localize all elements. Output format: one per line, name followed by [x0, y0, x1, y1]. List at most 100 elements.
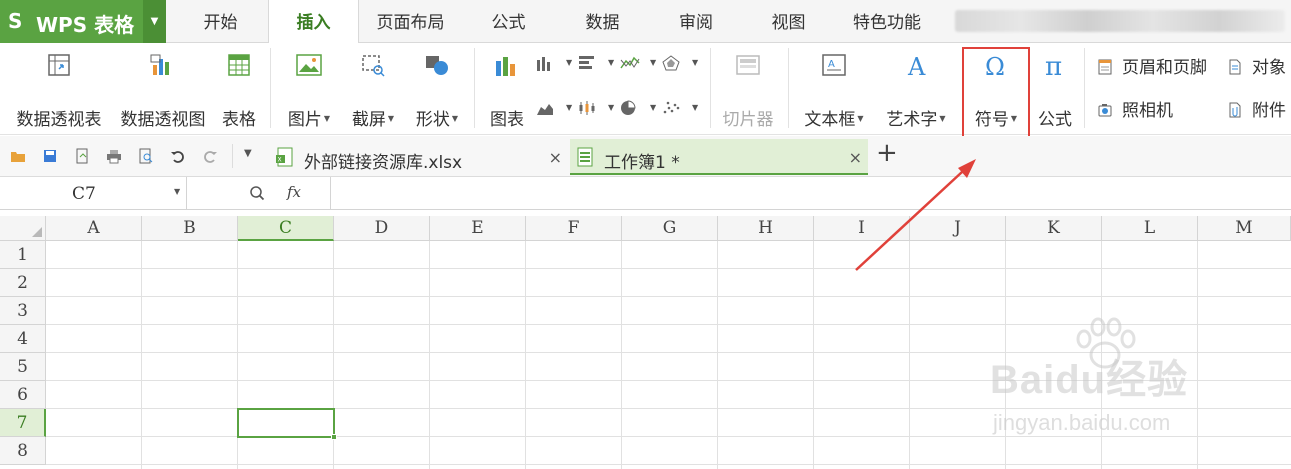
column-header-j[interactable]: J [910, 216, 1006, 241]
column-header-e[interactable]: E [430, 216, 526, 241]
column-header-i[interactable]: I [814, 216, 910, 241]
active-cell-c7[interactable] [237, 408, 337, 440]
customize-toolbar-chevron-icon[interactable]: ▼ [244, 148, 252, 159]
open-folder-icon[interactable] [10, 148, 26, 164]
formula-input[interactable] [332, 177, 1291, 210]
close-icon[interactable]: × [549, 148, 562, 167]
area-chart-icon [537, 104, 553, 115]
column-header-f[interactable]: F [526, 216, 622, 241]
doc-tab-workbook1[interactable]: 工作簿1 * × [570, 139, 868, 175]
pivot-chart-button[interactable]: 数据透视图 [112, 53, 214, 133]
table-button[interactable]: 表格 [216, 53, 262, 133]
chart-label: 图表 [490, 110, 524, 130]
row-header-5[interactable]: 5 [0, 353, 46, 381]
doc-tab-external-link-library[interactable]: X 外部链接资源库.xlsx × [270, 139, 568, 175]
header-footer-icon [1098, 59, 1112, 75]
column-header-b[interactable]: B [142, 216, 238, 241]
column-chart-button[interactable]: ▼ [536, 55, 580, 75]
print-preview-icon[interactable] [138, 148, 154, 164]
chevron-down-icon[interactable]: ▼ [174, 187, 180, 196]
undo-icon[interactable] [170, 148, 186, 164]
menu-bar: S WPS 表格 ▼ 开始 插入 页面布局 公式 数据 审阅 视图 特色功能 [0, 0, 1291, 44]
stock-chart-icon [579, 101, 595, 115]
slicer-label: 切片器 [722, 110, 774, 130]
chart-button[interactable]: 图表 [484, 53, 530, 133]
radar-chart-button[interactable]: ▼ [662, 55, 706, 75]
screenshot-button[interactable]: 截屏 ▼ [344, 53, 402, 133]
camera-label: 照相机 [1122, 101, 1173, 121]
pivot-table-button[interactable]: 数据透视表 [8, 53, 110, 133]
row-header-1[interactable]: 1 [0, 241, 46, 269]
attachment-button[interactable]: 附件 [1228, 96, 1286, 121]
fx-icon[interactable]: fx [287, 183, 301, 201]
wordart-button[interactable]: A 艺术字 ▼ [880, 53, 952, 133]
column-header-k[interactable]: K [1006, 216, 1102, 241]
area-chart-button[interactable]: ▼ [536, 100, 580, 120]
zoom-icon[interactable] [249, 185, 265, 201]
column-header-h[interactable]: H [718, 216, 814, 241]
fill-handle[interactable] [331, 434, 337, 440]
stock-chart-button[interactable]: ▼ [578, 100, 622, 120]
column-header-m[interactable]: M [1198, 216, 1291, 241]
column-header-a[interactable]: A [46, 216, 142, 241]
new-tab-plus-icon[interactable]: + [876, 138, 898, 168]
row-header-7[interactable]: 7 [0, 409, 46, 437]
tab-data[interactable]: 数据 [555, 0, 650, 43]
tab-special-features[interactable]: 特色功能 [835, 0, 939, 43]
textbox-button[interactable]: A 文本框 ▼ [798, 53, 870, 133]
print-icon[interactable] [106, 148, 122, 164]
bar-chart-button[interactable]: ▼ [578, 55, 622, 75]
row-header-8[interactable]: 8 [0, 437, 46, 465]
row-header-4[interactable]: 4 [0, 325, 46, 353]
wordart-label: 艺术字 ▼ [886, 110, 946, 130]
pie-chart-button[interactable]: ▼ [620, 100, 664, 120]
line-chart-icon [620, 56, 640, 69]
export-pdf-icon[interactable] [74, 148, 90, 164]
slicer-button[interactable]: 切片器 [716, 53, 780, 133]
app-menu-button[interactable]: S WPS 表格 ▼ [0, 0, 166, 43]
camera-button[interactable]: 照相机 [1098, 96, 1173, 121]
column-chart-icon [537, 57, 550, 71]
object-button[interactable]: 对象 [1228, 53, 1286, 78]
pivot-table-icon [48, 54, 70, 76]
save-icon[interactable] [42, 148, 58, 164]
column-header-g[interactable]: G [622, 216, 718, 241]
watermark-url: jingyan.baidu.com [993, 410, 1171, 435]
shapes-icon [426, 56, 448, 75]
row-header-2[interactable]: 2 [0, 269, 46, 297]
line-chart-button[interactable]: ▼ [620, 55, 664, 75]
blurred-area [955, 10, 1285, 32]
attachment-label: 附件 [1252, 101, 1286, 121]
select-all-corner[interactable] [0, 216, 46, 241]
picture-button[interactable]: 图片 ▼ [280, 53, 338, 133]
shapes-button[interactable]: 形状 ▼ [408, 53, 466, 133]
tab-formulas[interactable]: 公式 [462, 0, 555, 43]
object-label: 对象 [1252, 58, 1286, 78]
name-box[interactable]: C7 ▼ [0, 177, 187, 210]
svg-text:X: X [278, 157, 282, 164]
chevron-down-icon[interactable]: ▼ [143, 0, 166, 43]
header-footer-button[interactable]: 页眉和页脚 [1098, 53, 1207, 78]
picture-label: 图片 ▼ [287, 110, 331, 130]
tab-page-layout[interactable]: 页面布局 [359, 0, 462, 43]
row-header-6[interactable]: 6 [0, 381, 46, 409]
scatter-chart-icon [663, 101, 680, 114]
table-label: 表格 [222, 110, 256, 130]
bar-chart-icon [579, 56, 594, 69]
tab-insert[interactable]: 插入 [268, 0, 359, 44]
column-header-d[interactable]: D [334, 216, 430, 241]
textbox-label: 文本框 ▼ [804, 110, 864, 130]
pivot-chart-label: 数据透视图 [120, 110, 206, 130]
tab-review[interactable]: 审阅 [650, 0, 742, 43]
equation-button[interactable]: π 公式 [1034, 53, 1076, 133]
tab-view[interactable]: 视图 [742, 0, 835, 43]
redo-icon[interactable] [202, 148, 218, 164]
tab-home[interactable]: 开始 [174, 0, 267, 43]
column-header-l[interactable]: L [1102, 216, 1198, 241]
column-header-c[interactable]: C [238, 216, 334, 241]
ribbon-separator [1084, 48, 1085, 128]
scatter-chart-button[interactable]: ▼ [662, 100, 706, 120]
close-icon[interactable]: × [849, 148, 862, 167]
screenshot-icon [362, 55, 385, 77]
row-header-3[interactable]: 3 [0, 297, 46, 325]
